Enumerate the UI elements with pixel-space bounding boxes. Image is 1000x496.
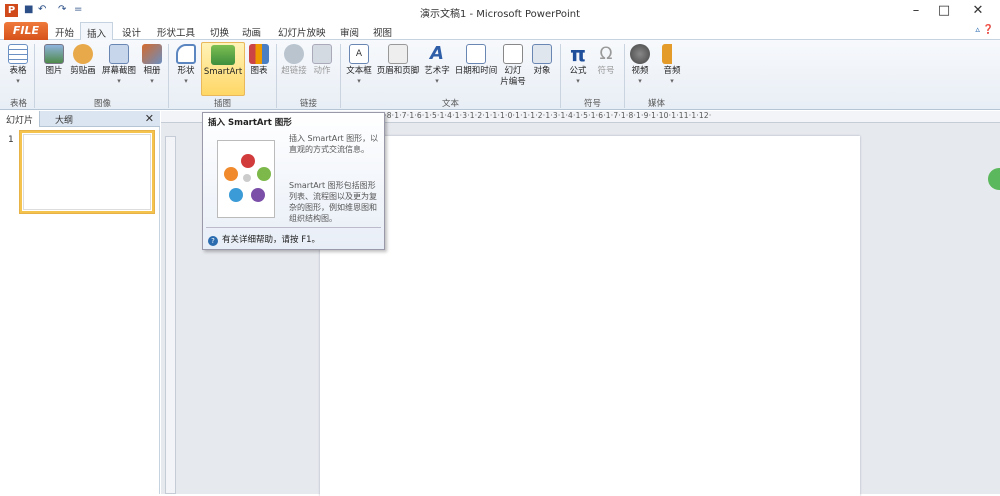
action-icon [312,44,332,64]
chart-button[interactable]: 图表 [247,42,271,96]
film-reel-icon [630,44,650,64]
tooltip-help: ? 有关详细帮助，请按 F1。 [208,233,320,246]
smartart-tooltip: 插入 SmartArt 图形 插入 SmartArt 图形，以直观的方式交流信息… [202,112,385,250]
object-icon [532,44,552,64]
slide-number-icon [503,44,523,64]
help-icon: ? [208,236,218,246]
maximize-button[interactable]: □ [926,0,962,22]
textbox-button[interactable]: A 文本框 ▾ [344,42,374,96]
wordart-button[interactable]: A 艺术字 ▾ [422,42,452,96]
album-button[interactable]: 相册 ▾ [141,42,163,96]
tab-view[interactable]: 视图 [373,25,392,39]
close-panel-icon[interactable]: ✕ [145,112,154,125]
tooltip-details: SmartArt 图形包括图形列表、流程图以及更为复杂的图形，例如维恩图和组织结… [289,181,377,223]
audio-button[interactable]: 音频 ▾ [660,42,684,96]
tab-home[interactable]: 开始 [55,25,74,39]
equation-button[interactable]: π 公式 ▾ [566,42,590,96]
slide-number-label: 1 [8,135,14,145]
group-label-illustrations: 插图 [214,99,232,109]
hyperlink-button[interactable]: 超链接 [280,42,308,96]
symbol-button[interactable]: Ω 符号 [594,42,618,96]
tab-slides[interactable]: 幻灯片 [0,111,41,127]
object-button[interactable]: 对象 [530,42,554,96]
datetime-button[interactable]: 日期和时间 [454,42,498,96]
tab-review[interactable]: 审阅 [340,25,359,39]
title-bar: P ■ ↶ ↷ = 演示文稿1 - Microsoft PowerPoint –… [0,0,1000,22]
vertical-ruler [165,136,176,494]
smartart-icon [211,45,235,65]
action-button[interactable]: 动作 [310,42,334,96]
table-button[interactable]: 表格 ▾ [6,42,30,96]
tab-shape-tools[interactable]: 形状工具 [157,25,195,39]
textbox-icon: A [349,44,369,64]
tab-slideshow[interactable]: 幻灯片放映 [278,25,326,39]
hyperlink-icon [284,44,304,64]
table-icon [8,44,28,64]
pi-icon: π [570,42,586,66]
group-label-links: 链接 [300,99,318,109]
tab-outline[interactable]: 大纲 [55,113,73,126]
group-label-media: 媒体 [648,99,666,109]
group-label-images: 图像 [94,99,112,109]
clipart-button[interactable]: 剪贴画 [68,42,98,96]
tab-design[interactable]: 设计 [122,25,141,39]
screenshot-button[interactable]: 屏幕截图 ▾ [100,42,138,96]
header-footer-button[interactable]: 页眉和页脚 [376,42,420,96]
video-button[interactable]: 视频 ▾ [628,42,652,96]
wordart-icon: A [430,43,444,64]
slides-panel: 幻灯片 大纲 ✕ 1 [0,111,160,494]
tooltip-title: 插入 SmartArt 图形 [208,118,292,128]
header-footer-icon [388,44,408,64]
smartart-preview-image [217,140,275,218]
tooltip-description: 插入 SmartArt 图形，以直观的方式交流信息。 [289,134,379,154]
close-button[interactable]: ✕ [960,0,996,22]
help-icon[interactable]: ▵ ❓ [975,25,994,35]
omega-icon: Ω [599,44,613,64]
panel-tabs: 幻灯片 大纲 ✕ [0,111,160,127]
slide-number-button[interactable]: 幻灯 片编号 [500,42,526,96]
ribbon-tab-bar: FILE 开始 插入 设计 形状工具 切换 动画 幻灯片放映 审阅 视图 ▵ ❓ [0,22,1000,41]
slide-thumbnail[interactable] [20,131,154,213]
speaker-icon [662,44,682,64]
ribbon: 表格 ▾ 图片 剪贴画 屏幕截图 ▾ 相册 ▾ 形状 ▾ SmartArt 图表 超链接… [0,40,1000,110]
chart-icon [249,44,269,64]
shapes-button[interactable]: 形状 ▾ [174,42,198,96]
picture-icon [44,44,64,64]
window-title: 演示文稿1 - Microsoft PowerPoint [419,9,581,20]
calendar-icon [466,44,486,64]
tab-insert[interactable]: 插入 [80,22,114,41]
shapes-icon [176,44,196,64]
group-label-symbols: 符号 [584,99,602,109]
group-label-text: 文本 [442,99,460,109]
album-icon [142,44,162,64]
screenshot-icon [109,44,129,64]
group-label-tables: 表格 [10,99,28,109]
smartart-button[interactable]: SmartArt [201,42,245,96]
tab-transitions[interactable]: 切换 [210,25,229,39]
clipart-icon [73,44,93,64]
picture-button[interactable]: 图片 [42,42,66,96]
slide-canvas[interactable] [320,136,860,496]
file-tab[interactable]: FILE [4,22,48,40]
tab-animations[interactable]: 动画 [242,25,261,39]
